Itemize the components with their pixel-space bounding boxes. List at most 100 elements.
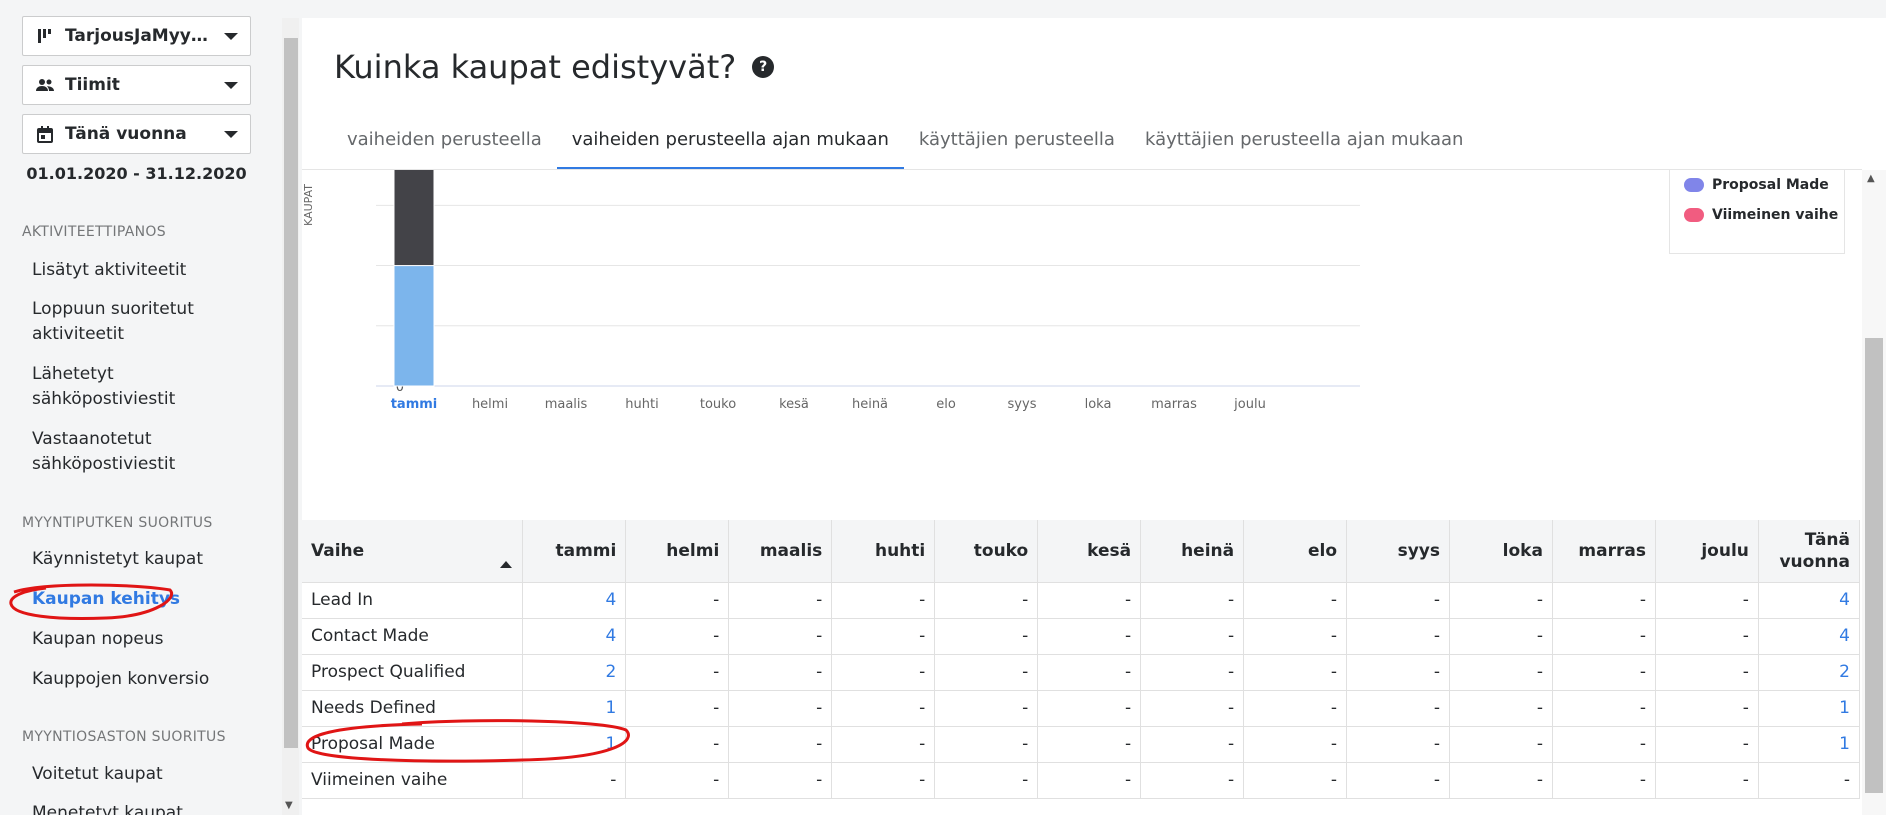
x-tick-label[interactable]: marras <box>1151 397 1197 412</box>
period-dropdown[interactable]: Tänä vuonna <box>22 114 251 154</box>
chart-svg: 02468KAUPATtammihelmimaalishuhtitoukokes… <box>302 105 1360 412</box>
scroll-up-arrow-icon[interactable]: ▲ <box>1867 173 1875 184</box>
stage-name-cell: Lead In <box>302 582 524 619</box>
legend-item-proposal-made[interactable]: Proposal Made <box>1684 177 1829 193</box>
table-row: Prospect Qualified 2- - - - - - - - - - -2 <box>302 654 1861 691</box>
deal-count-link[interactable]: 2 <box>1758 654 1861 691</box>
table-cell: - <box>625 690 730 727</box>
column-header[interactable]: marras <box>1552 520 1656 583</box>
annotation-circle-table <box>305 719 630 763</box>
x-tick-label[interactable]: kesä <box>779 397 809 412</box>
scroll-down-arrow-icon[interactable]: ▼ <box>285 800 293 811</box>
table-cell: - <box>1037 582 1142 619</box>
table-cell: - <box>1037 690 1142 727</box>
deal-count-link[interactable]: 2 <box>522 654 627 691</box>
table-cell: - <box>1449 762 1553 799</box>
bar-segment[interactable] <box>393 144 435 267</box>
column-header[interactable]: joulu <box>1655 520 1759 583</box>
table-cell: - <box>1655 726 1759 763</box>
table-cell: - <box>934 690 1039 727</box>
deal-count-link[interactable]: 4 <box>522 618 627 655</box>
column-header[interactable]: heinä <box>1140 520 1245 583</box>
bar-segment[interactable] <box>393 265 435 387</box>
table-cell: - <box>1346 582 1451 619</box>
column-header[interactable]: touko <box>934 520 1039 583</box>
nav-won-deals[interactable]: Voitetut kaupat <box>32 762 247 787</box>
table-cell: - <box>1346 726 1451 763</box>
tab-by-stage-over-time[interactable]: vaiheiden perusteella ajan mukaan <box>556 110 905 170</box>
deal-count-link[interactable]: 4 <box>1758 582 1861 619</box>
x-tick-label[interactable]: maalis <box>545 397 588 412</box>
table-cell: - <box>1037 618 1142 655</box>
x-tick-label[interactable]: tammi <box>391 397 438 412</box>
report-tabs: vaiheiden perusteella vaiheiden perustee… <box>332 110 1478 170</box>
table-cell: - <box>1140 654 1245 691</box>
deal-count-link[interactable]: 1 <box>1758 726 1861 763</box>
chevron-down-icon <box>224 32 238 40</box>
legend-item-last-stage[interactable]: Viimeinen vaihe <box>1684 207 1838 223</box>
column-header[interactable]: tammi <box>522 520 627 583</box>
nav-added-activities[interactable]: Lisätyt aktiviteetit <box>32 258 247 283</box>
column-header[interactable]: syys <box>1346 520 1451 583</box>
tab-by-user[interactable]: käyttäjien perusteella <box>904 110 1130 170</box>
table-cell: - <box>1552 582 1656 619</box>
table-cell: - <box>1758 762 1861 799</box>
x-tick-label[interactable]: touko <box>700 397 736 412</box>
table-cell: - <box>831 726 936 763</box>
content-scrollbar-thumb[interactable] <box>1865 338 1883 793</box>
x-tick-label[interactable]: elo <box>936 397 956 412</box>
column-header[interactable]: helmi <box>625 520 730 583</box>
nav-sent-emails[interactable]: Lähetetyt sähköpostiviestit <box>32 362 247 412</box>
deal-count-link[interactable]: 1 <box>1758 690 1861 727</box>
tab-by-user-over-time[interactable]: käyttäjien perusteella ajan mukaan <box>1130 110 1479 170</box>
sidebar: TarjousJaMyyntiputki Tiimit Tänä vuonna … <box>0 0 280 815</box>
column-header[interactable]: elo <box>1243 520 1348 583</box>
deal-count-link[interactable]: 4 <box>1758 618 1861 655</box>
nav-deal-velocity[interactable]: Kaupan nopeus <box>32 627 247 652</box>
question-circle-icon[interactable]: ? <box>752 56 775 78</box>
chevron-down-icon <box>224 130 238 138</box>
x-tick-label[interactable]: syys <box>1008 397 1037 412</box>
x-tick-label[interactable]: heinä <box>852 397 888 412</box>
table-cell: - <box>831 654 936 691</box>
x-tick-label[interactable]: huhti <box>625 397 658 412</box>
chevron-down-icon <box>224 81 238 89</box>
table-cell: - <box>728 690 833 727</box>
column-header[interactable]: huhti <box>831 520 936 583</box>
people-icon <box>35 75 55 95</box>
tab-by-stage[interactable]: vaiheiden perusteella <box>332 110 557 170</box>
table-cell: - <box>1552 690 1656 727</box>
x-tick-label[interactable]: joulu <box>1233 397 1266 412</box>
pipeline-dropdown[interactable]: TarjousJaMyyntiputki <box>22 16 251 56</box>
nav-lost-deals[interactable]: Menetetyt kaupat <box>32 801 247 815</box>
table-cell: - <box>625 654 730 691</box>
column-header[interactable]: loka <box>1449 520 1553 583</box>
legend-label: Viimeinen vaihe <box>1712 207 1839 223</box>
sidebar-scrollbar-thumb[interactable] <box>284 38 298 748</box>
teams-dropdown[interactable]: Tiimit <box>22 65 251 105</box>
nav-deals-started[interactable]: Käynnistetyt kaupat <box>32 547 247 572</box>
nav-received-emails[interactable]: Vastaanotetut sähköpostiviestit <box>32 427 247 477</box>
nav-deal-conversion[interactable]: Kauppojen konversio <box>32 667 247 692</box>
calendar-icon <box>35 124 55 144</box>
table-cell: - <box>625 762 730 799</box>
column-header[interactable]: maalis <box>728 520 833 583</box>
column-header-stage[interactable]: Vaihe <box>302 520 524 583</box>
deal-count-link[interactable]: 4 <box>522 582 627 619</box>
legend-swatch <box>1684 208 1704 222</box>
table-cell: - <box>1346 762 1451 799</box>
table-cell: - <box>934 726 1039 763</box>
stage-name-cell: Contact Made <box>302 618 524 655</box>
column-header[interactable]: kesä <box>1037 520 1142 583</box>
table-cell: - <box>1037 762 1142 799</box>
table-cell: - <box>831 582 936 619</box>
date-range: 01.01.2020 - 31.12.2020 <box>26 164 247 183</box>
table-cell: - <box>1655 690 1759 727</box>
table-cell: - <box>1449 618 1553 655</box>
nav-completed-activities[interactable]: Loppuun suoritetut aktiviteetit <box>32 297 247 347</box>
column-header[interactable]: Tänä vuonna <box>1758 520 1861 583</box>
x-tick-label[interactable]: helmi <box>472 397 508 412</box>
period-dropdown-label: Tänä vuonna <box>65 124 187 144</box>
x-tick-label[interactable]: loka <box>1085 397 1112 412</box>
table-cell: - <box>1037 726 1142 763</box>
